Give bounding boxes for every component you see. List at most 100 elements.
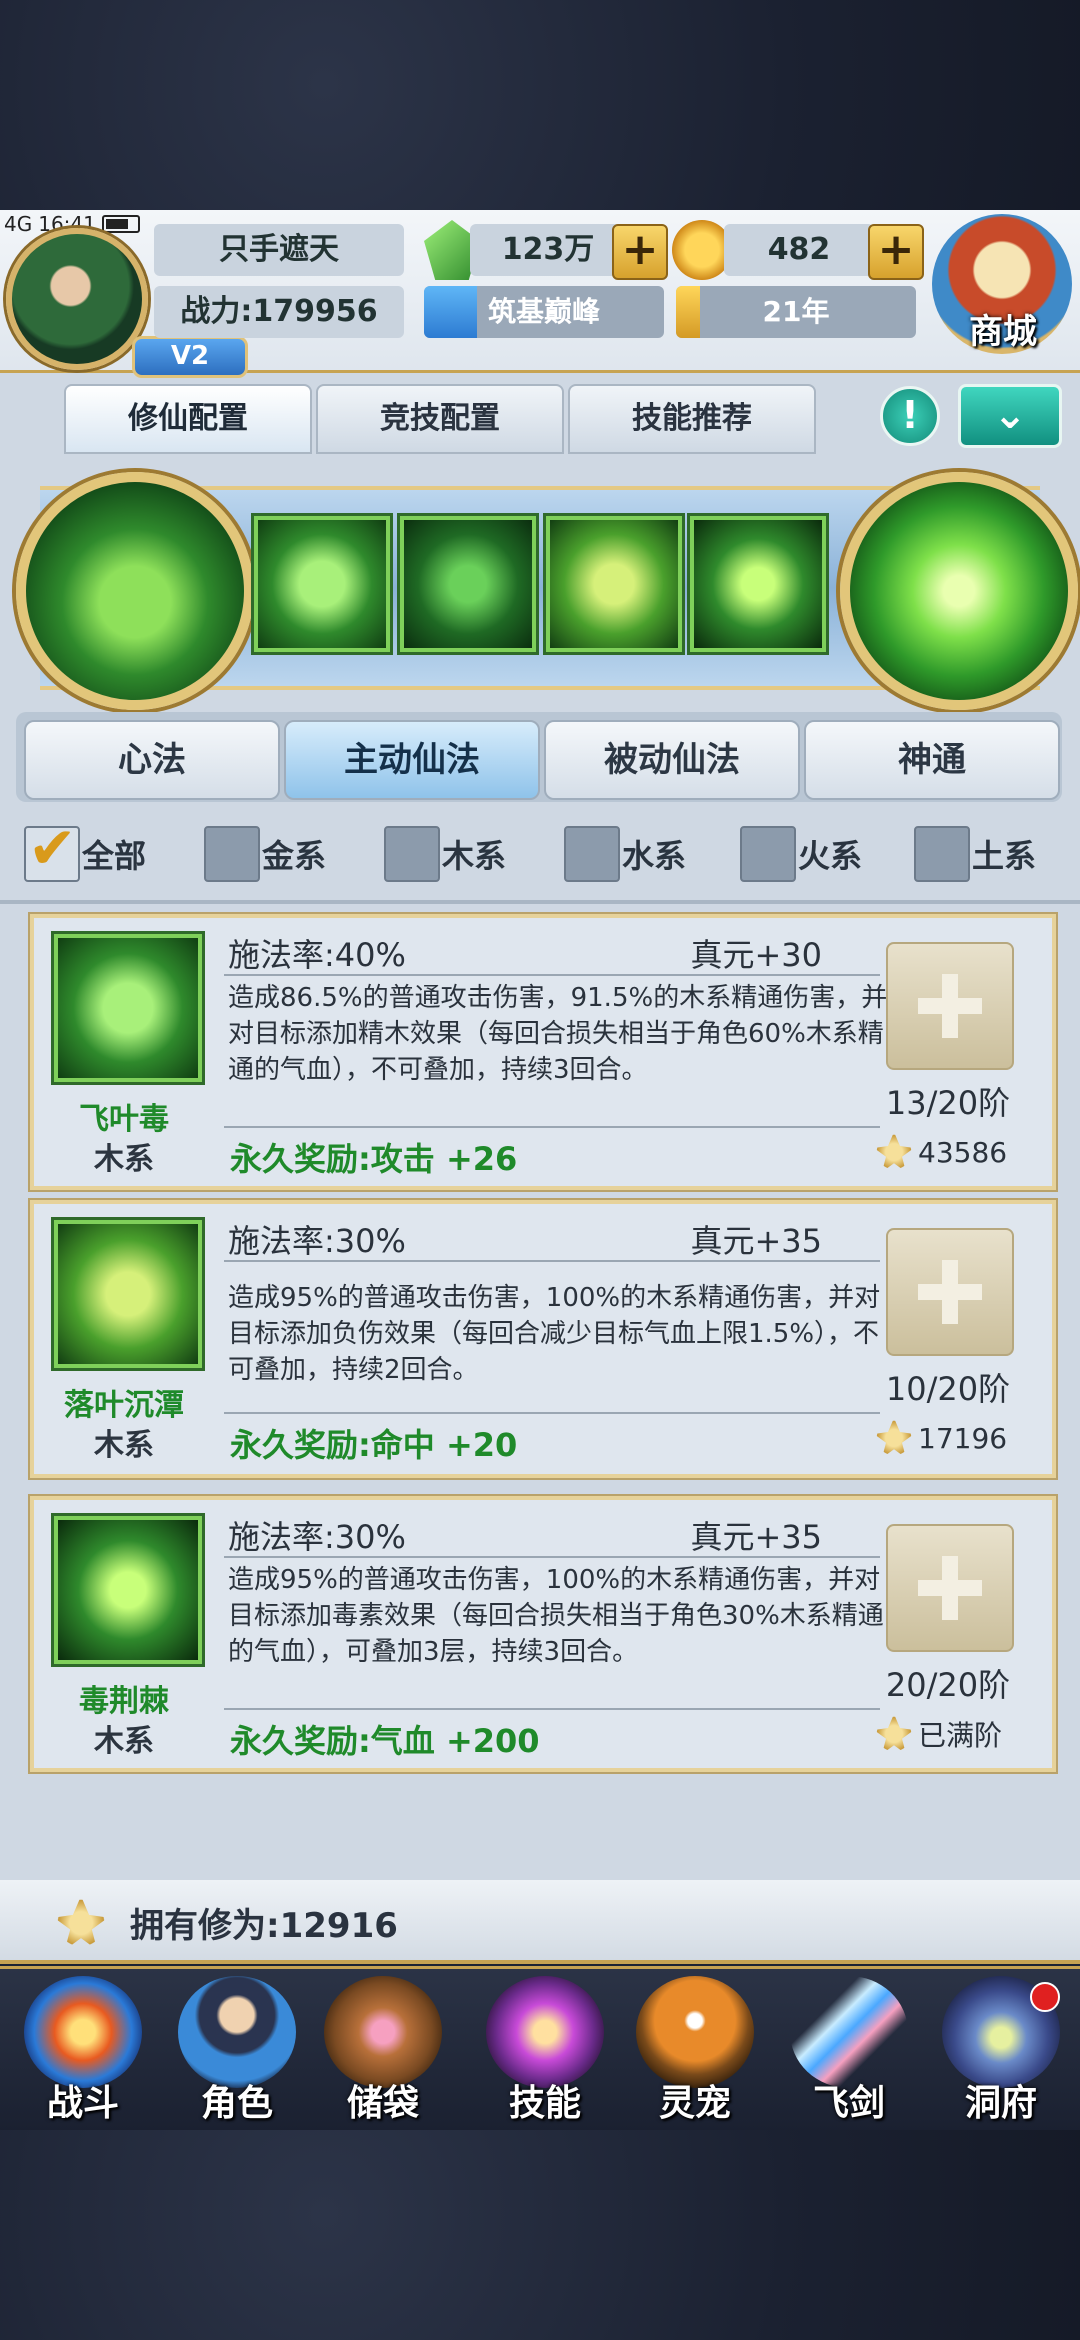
nav-label: 技能 (508, 2083, 581, 2124)
shop-label[interactable]: 商城 (930, 304, 1076, 353)
skill-element: 木系 (94, 1142, 154, 1177)
filter-earth[interactable]: 土系 (914, 826, 1036, 882)
skill-level: 13/20阶 (885, 1084, 1011, 1122)
filter-metal[interactable]: 金系 (204, 826, 326, 882)
fallen-leaf-icon (54, 1220, 202, 1368)
tab-heart-method[interactable]: 心法 (24, 720, 280, 800)
equipped-skill-slot-thorn[interactable] (690, 516, 826, 652)
battle-icon (24, 1976, 142, 2088)
cultivation-icon (874, 1132, 914, 1172)
divider (0, 900, 1080, 904)
skill-description: 造成86.5%的普通攻击伤害，91.5%的木系精通伤害，并对目标添加精木效果（每… (228, 983, 888, 1085)
vip-badge[interactable]: V2 (132, 336, 248, 378)
storage-bag-icon (324, 1976, 442, 2088)
divider (224, 1412, 880, 1414)
upgrade-cost-value: 43586 (918, 1135, 1008, 1169)
nav-battle[interactable]: 战斗 (8, 1970, 158, 2126)
filter-metal-label: 金系 (262, 837, 327, 875)
upgrade-plus-button[interactable] (886, 1524, 1014, 1652)
permanent-bonus: 永久奖励:气血 +200 (230, 1722, 540, 1760)
gold-coin-icon (672, 220, 732, 280)
skill-card[interactable]: 毒荆棘 木系 施法率:30% 真元+35 造成95%的普通攻击伤害，100%的木… (30, 1496, 1056, 1772)
nav-label: 战斗 (46, 2083, 119, 2124)
cast-rate: 施法率:30% (228, 1518, 406, 1556)
player-name: 只手遮天 (154, 224, 404, 276)
filter-fire[interactable]: 火系 (740, 826, 862, 882)
nav-label: 洞府 (964, 2083, 1037, 2124)
age-progress-bar: 21年 (676, 286, 916, 338)
tab-arena-config[interactable]: 竞技配置 (316, 384, 564, 454)
tab-divine-powers[interactable]: 神通 (804, 720, 1060, 800)
nav-spirit-pet[interactable]: 灵宠 (620, 1970, 770, 2126)
mana-cost: 真元+35 (690, 1222, 822, 1260)
nav-character[interactable]: 角色 (162, 1970, 312, 2126)
equipped-skill-slot-leaf[interactable] (254, 516, 390, 652)
info-icon[interactable]: ! (880, 386, 940, 446)
tab-cultivation-config[interactable]: 修仙配置 (64, 384, 312, 454)
upgrade-cost-value: 17196 (918, 1421, 1008, 1455)
permanent-bonus: 永久奖励:命中 +20 (230, 1426, 518, 1464)
spirit-pet-icon (636, 1976, 754, 2088)
add-spirit-stone-button[interactable]: + (612, 224, 668, 280)
checkbox-all[interactable] (24, 814, 80, 882)
upgrade-plus-button[interactable] (886, 942, 1014, 1070)
add-gold-button[interactable]: + (868, 224, 924, 280)
nav-label: 飞剑 (812, 2083, 885, 2124)
main-technique-orb[interactable] (16, 472, 254, 710)
tab-active-spells[interactable]: 主动仙法 (284, 720, 540, 800)
checkbox-wood[interactable] (384, 826, 440, 882)
checkbox-fire[interactable] (740, 826, 796, 882)
divider (224, 1260, 880, 1262)
nav-flying-sword[interactable]: 飞剑 (774, 1970, 924, 2126)
equipped-skill-slot-fallen-leaf[interactable] (546, 516, 682, 652)
notification-dot (1030, 1982, 1060, 2012)
filter-all[interactable]: 全部 (24, 814, 146, 882)
bottom-background (0, 2130, 1080, 2340)
filter-water[interactable]: 水系 (564, 826, 686, 882)
filter-wood-label: 木系 (442, 837, 507, 875)
upgrade-plus-button[interactable] (886, 1228, 1014, 1356)
skill-card[interactable]: 飞叶毒 木系 施法率:40% 真元+30 造成86.5%的普通攻击伤害，91.5… (30, 914, 1056, 1190)
equipped-skill-slot-shadow[interactable] (400, 516, 536, 652)
filter-water-label: 水系 (622, 837, 687, 875)
nav-skills[interactable]: 技能 (470, 1970, 620, 2126)
skill-element: 木系 (94, 1428, 154, 1463)
tab-passive-spells[interactable]: 被动仙法 (544, 720, 800, 800)
skill-name: 毒荆棘 (79, 1684, 169, 1719)
checkbox-metal[interactable] (204, 826, 260, 882)
upgrade-cost-value: 已满阶 (918, 1719, 1003, 1752)
chevron-down-icon[interactable]: ⌄ (958, 384, 1062, 448)
battery-icon (101, 215, 140, 233)
skill-description: 造成95%的普通攻击伤害，100%的木系精通伤害，并对目标添加负伤效果（每回合减… (228, 1283, 881, 1385)
skill-card[interactable]: 落叶沉潭 木系 施法率:30% 真元+35 造成95%的普通攻击伤害，100%的… (30, 1200, 1056, 1478)
divine-power-orb[interactable] (840, 472, 1078, 710)
checkbox-water[interactable] (564, 826, 620, 882)
player-avatar[interactable] (6, 228, 148, 370)
skill-name: 飞叶毒 (79, 1102, 169, 1137)
filter-wood[interactable]: 木系 (384, 826, 506, 882)
checkbox-earth[interactable] (914, 826, 970, 882)
cast-rate: 施法率:40% (228, 936, 406, 974)
skill-scroll-icon (486, 1976, 604, 2088)
realm-progress-bar: 筑基巅峰 (424, 286, 664, 338)
mana-cost: 真元+30 (690, 936, 822, 974)
divider (224, 1126, 880, 1128)
cultivation-icon (874, 1418, 914, 1458)
skill-element: 木系 (94, 1724, 154, 1759)
upgrade-cost: 17196 (874, 1418, 1007, 1458)
poison-thorn-icon (54, 1516, 202, 1664)
skill-description: 造成95%的普通攻击伤害，100%的木系精通伤害，并对目标添加毒素效果（每回合损… (228, 1565, 884, 1667)
nav-storage-bag[interactable]: 储袋 (308, 1970, 458, 2126)
combat-power: 战力:179956 (154, 286, 404, 338)
skill-level: 10/20阶 (885, 1370, 1011, 1408)
flying-sword-icon (790, 1976, 908, 2088)
network-indicator: 4G (4, 212, 33, 236)
spirit-stone-amount: 123万 (470, 224, 626, 276)
realm-label: 筑基巅峰 (487, 295, 600, 328)
tab-skill-recommend[interactable]: 技能推荐 (568, 384, 816, 454)
upgrade-cost: 43586 (874, 1132, 1007, 1172)
divider (224, 1708, 880, 1710)
nav-label: 角色 (200, 2083, 273, 2124)
divider (224, 1556, 880, 1558)
age-label: 21年 (762, 295, 830, 328)
